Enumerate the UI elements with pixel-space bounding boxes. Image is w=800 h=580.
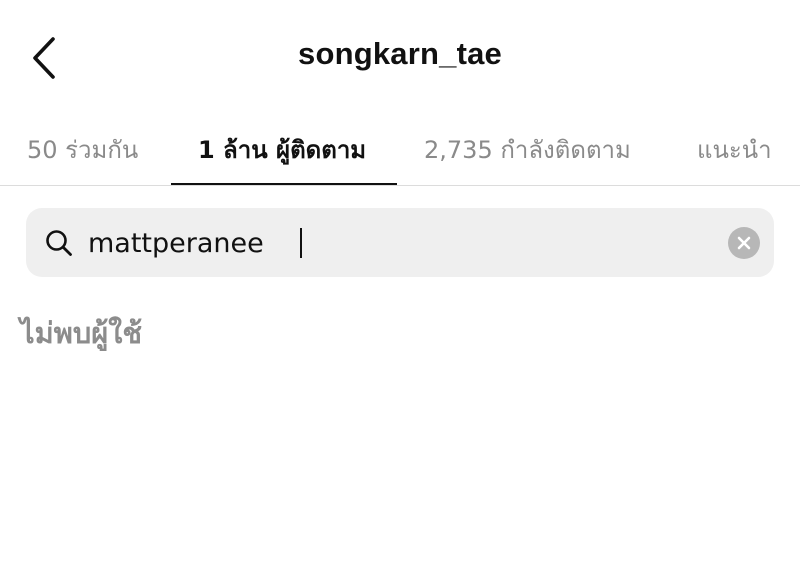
tab-followers[interactable]: 1 ล้าน ผู้ติดตาม	[198, 130, 366, 170]
clear-icon	[737, 236, 751, 250]
search-icon	[46, 230, 72, 256]
tab-bar: 50 ร่วมกัน 1 ล้าน ผู้ติดตาม 2,735 กำลังต…	[0, 118, 800, 186]
text-caret	[300, 228, 302, 258]
search-bar[interactable]	[26, 208, 774, 277]
tabs-divider	[0, 185, 800, 186]
no-users-found-message: ไม่พบผู้ใช้	[20, 316, 143, 350]
header: songkarn_tae	[0, 0, 800, 118]
clear-search-button[interactable]	[728, 227, 760, 259]
page-title: songkarn_tae	[298, 36, 502, 71]
tab-suggested[interactable]: แนะนำ	[697, 130, 772, 170]
tab-following[interactable]: 2,735 กำลังติดตาม	[424, 130, 631, 170]
followers-screen: songkarn_tae 50 ร่วมกัน 1 ล้าน ผู้ติดตาม…	[0, 0, 800, 580]
tab-mutual[interactable]: 50 ร่วมกัน	[27, 130, 138, 170]
search-input[interactable]	[88, 221, 688, 265]
